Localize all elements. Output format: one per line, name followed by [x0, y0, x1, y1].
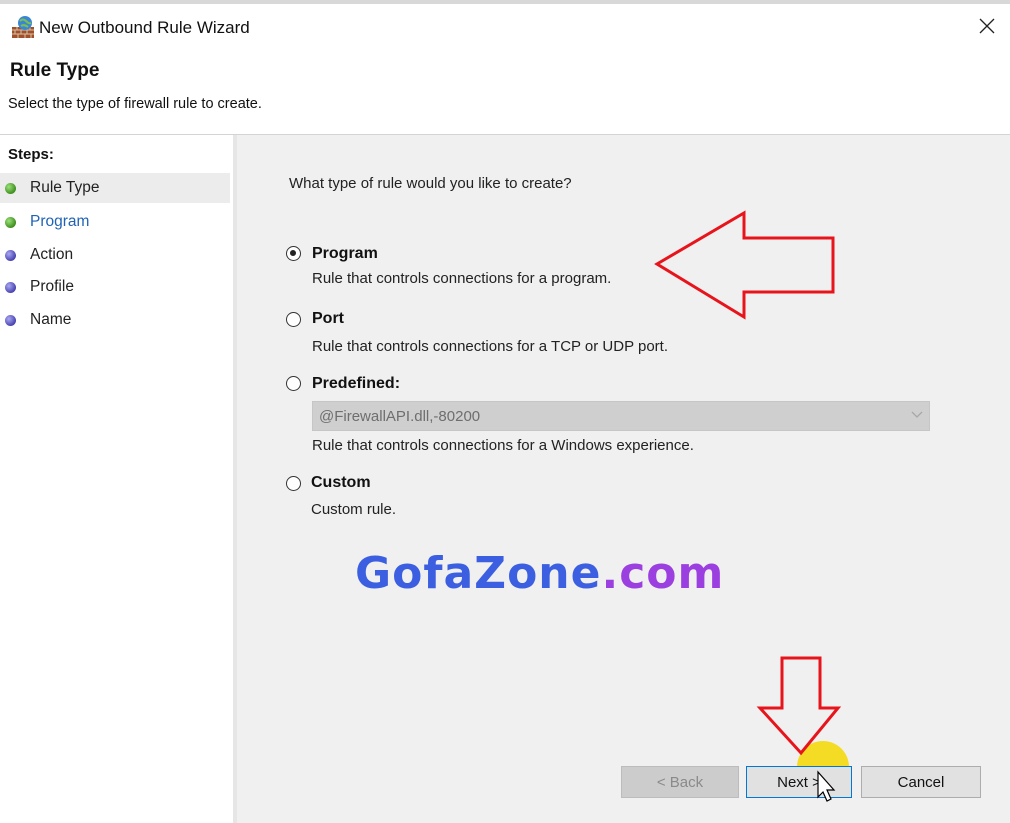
option-program-description: Rule that controls connections for a pro… [312, 270, 612, 287]
chevron-down-icon [911, 411, 923, 418]
close-button[interactable] [964, 4, 1010, 48]
option-predefined-description: Rule that controls connections for a Win… [312, 437, 694, 454]
step-label: Name [30, 311, 72, 328]
watermark-main: GofaZone [355, 548, 602, 599]
watermark-tld: .com [601, 548, 725, 599]
step-pending-dot-icon [5, 281, 16, 293]
option-predefined-label[interactable]: Predefined: [312, 375, 400, 393]
radio-custom[interactable] [286, 476, 301, 491]
close-icon [979, 18, 995, 34]
page-subtitle: Select the type of firewall rule to crea… [8, 96, 262, 112]
option-program-label[interactable]: Program [312, 245, 378, 263]
page-title: Rule Type [10, 60, 100, 81]
radio-port[interactable] [286, 312, 301, 327]
back-button[interactable]: < Back [621, 766, 739, 798]
watermark: GofaZone.com [355, 548, 724, 599]
step-label: Profile [30, 278, 74, 295]
option-custom-description: Custom rule. [311, 501, 397, 518]
step-complete-dot-icon [5, 182, 16, 194]
step-name: Name [0, 305, 230, 335]
option-port-description: Rule that controls connections for a TCP… [312, 338, 669, 355]
firewall-wizard-icon [11, 15, 35, 39]
question-text: What type of rule would you like to crea… [289, 175, 572, 192]
option-custom-label[interactable]: Custom [311, 474, 371, 492]
steps-sidebar: Steps: Rule Type Program Action Profile … [0, 135, 233, 823]
step-action: Action [0, 240, 230, 270]
step-pending-dot-icon [5, 249, 16, 261]
cancel-button[interactable]: Cancel [861, 766, 981, 798]
step-label[interactable]: Program [30, 213, 89, 231]
step-program[interactable]: Program [0, 207, 230, 237]
next-button[interactable]: Next > [746, 766, 852, 798]
next-button-label: Next > [777, 773, 821, 791]
step-rule-type: Rule Type [0, 173, 230, 203]
title-bar: New Outbound Rule Wizard [0, 4, 1010, 48]
wizard-content: What type of rule would you like to crea… [237, 135, 1010, 823]
step-profile: Profile [0, 272, 230, 302]
wizard-header: Rule Type Select the type of firewall ru… [0, 48, 1010, 135]
steps-heading: Steps: [8, 146, 54, 163]
radio-program[interactable] [286, 246, 301, 261]
radio-predefined[interactable] [286, 376, 301, 391]
step-pending-dot-icon [5, 314, 16, 326]
step-complete-dot-icon [5, 216, 16, 228]
window-title: New Outbound Rule Wizard [39, 18, 250, 37]
option-port-label[interactable]: Port [312, 310, 344, 328]
predefined-dropdown-value: @FirewallAPI.dll,-80200 [319, 408, 481, 425]
predefined-dropdown: @FirewallAPI.dll,-80200 [312, 401, 930, 431]
step-label: Rule Type [30, 179, 100, 196]
step-label: Action [30, 246, 74, 263]
